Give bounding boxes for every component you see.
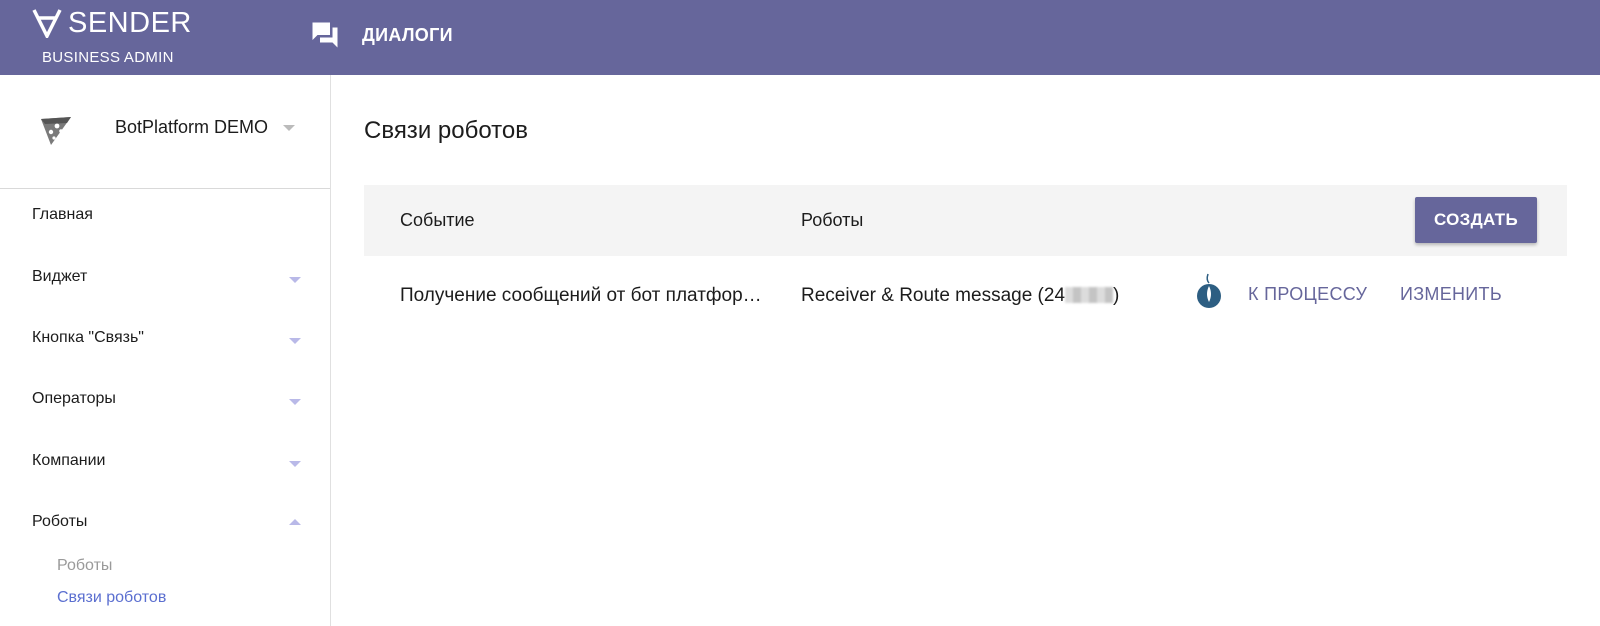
sidebar-item-companies[interactable]: Компании [0,443,330,483]
sender-logo-icon [32,9,62,38]
org-name: BotPlatform DEMO [115,117,269,137]
pizza-slice-icon [41,117,71,145]
brand-name: SENDER [68,7,192,39]
table-row: Получение сообщений от бот платформы Rec… [364,256,1567,334]
brand-subtitle: BUSINESS ADMIN [42,49,174,66]
robot-name: Receiver & Route message (24 [801,285,1066,306]
chevron-down-icon [289,461,301,467]
nav-dialogs-label: ДИАЛОГИ [362,24,453,45]
edit-link[interactable]: ИЗМЕНИТЬ [1400,284,1502,305]
sidebar-item-home[interactable]: Главная [0,197,330,237]
top-bar: SENDER BUSINESS ADMIN ДИАЛОГИ [0,0,1600,75]
sidebar-item-label: Виджет [32,268,88,285]
sidebar-item-label: Операторы [32,390,116,407]
chevron-down-icon [289,399,301,405]
process-drop-icon[interactable] [1194,272,1224,310]
chevron-down-icon [289,338,301,344]
chevron-up-icon [289,519,301,525]
sidebar-item-robots[interactable]: Роботы [0,504,330,544]
sidebar-subitem-robots[interactable]: Роботы [57,557,112,575]
sidebar-subitem-robot-links[interactable]: Связи роботов [57,589,166,607]
sidebar-item-operators[interactable]: Операторы [0,381,330,421]
org-switcher[interactable]: BotPlatform DEMO [0,75,330,189]
sidebar-item-label: Компании [32,452,106,469]
sidebar-item-widget[interactable]: Виджет [0,259,330,299]
column-header-robots: Роботы [801,210,864,230]
chevron-down-icon [289,277,301,283]
robot-cell: Receiver & Route message (24) [801,285,1119,307]
sidebar-item-label: Кнопка "Связь" [32,329,144,346]
to-process-link[interactable]: К ПРОЦЕССУ [1248,284,1367,305]
event-cell: Получение сообщений от бот платформы [400,285,766,306]
main-content: Связи роботов Событие Роботы СОЗДАТЬ Пол… [331,75,1600,626]
sidebar: BotPlatform DEMO Главная Виджет Кнопка "… [0,75,331,626]
sidebar-item-label: Главная [32,206,93,223]
chevron-down-icon [283,125,295,131]
sender-logo[interactable]: SENDER BUSINESS ADMIN [32,7,192,66]
page-title: Связи роботов [364,117,528,144]
table-header: Событие Роботы СОЗДАТЬ [364,185,1567,256]
redacted-id [1065,287,1114,303]
create-button[interactable]: СОЗДАТЬ [1415,197,1537,243]
sidebar-item-label: Роботы [32,513,88,530]
chat-icon [312,22,338,48]
sidebar-item-contact-button[interactable]: Кнопка "Связь" [0,320,330,360]
column-header-event: Событие [400,210,475,230]
robot-name-end: ) [1113,285,1120,306]
nav-dialogs[interactable]: ДИАЛОГИ [310,20,453,50]
